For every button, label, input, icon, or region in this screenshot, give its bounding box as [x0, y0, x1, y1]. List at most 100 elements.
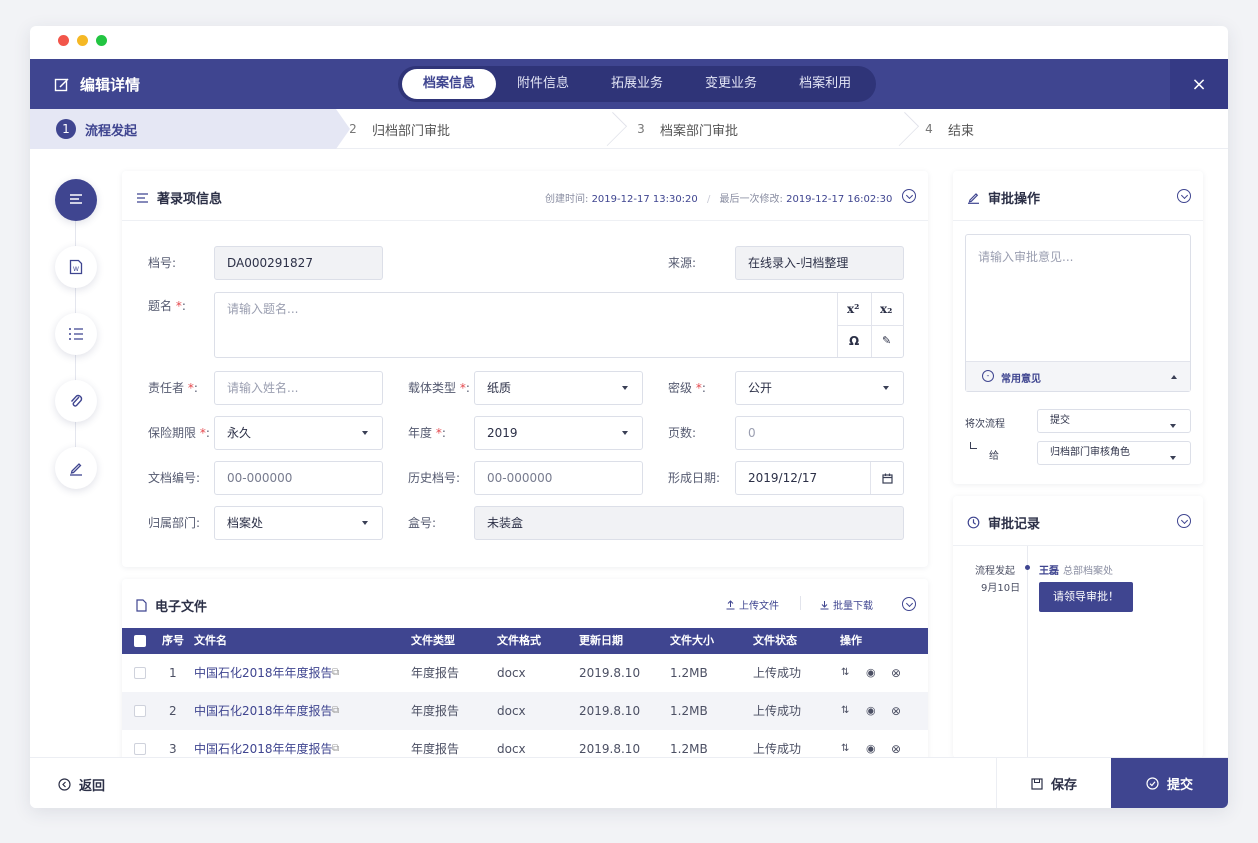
delete-icon[interactable]: ⊗ [891, 692, 901, 730]
save-button[interactable]: 保存 [996, 758, 1111, 808]
step-3: 3 档案部门审批 [637, 122, 739, 139]
comment-bubble: 请领导审批！ [1039, 582, 1133, 612]
tab-archive-usage[interactable]: 档案利用 [778, 69, 872, 99]
approval-card: 审批操作 请输入审批意见... - 常用意见 将次流程 提交 给 归档部门审核角… [953, 171, 1203, 484]
upload-button[interactable]: 上传文件 [726, 597, 779, 612]
sort-icon[interactable]: ⇅ [841, 654, 849, 692]
record-info-card: 著录项信息 创建时间: 2019-12-17 13:30:20 / 最后一次修改… [122, 171, 928, 567]
close-button[interactable]: × [1170, 59, 1228, 109]
workflow-steps: 1 流程发起 2 归档部门审批 3 档案部门审批 4 结束 [30, 109, 1228, 149]
row-checkbox[interactable] [134, 667, 146, 679]
attachment-icon [70, 394, 83, 407]
document-no-input[interactable]: 00-000000 [214, 461, 383, 495]
omega-button[interactable]: Ω [849, 325, 859, 357]
delete-icon[interactable]: ⊗ [891, 654, 901, 692]
table-row: 2 中国石化2018年年度报告 ⧉ 年度报告 docx 2019.8.10 1.… [122, 692, 928, 730]
table-row: 1 中国石化2018年年度报告 ⧉ 年度报告 docx 2019.8.10 1.… [122, 654, 928, 692]
header-bar: 编辑详情 档案信息 附件信息 拓展业务 变更业务 档案利用 × [30, 59, 1228, 109]
row-checkbox[interactable] [134, 705, 146, 717]
common-opinion-bar[interactable]: - 常用意见 [966, 361, 1190, 391]
box-no-field: 未装盒 [474, 506, 904, 540]
clear-format-button[interactable]: ✎ [882, 325, 891, 357]
sidebar-word-doc[interactable]: W [55, 246, 97, 288]
comment-icon: - [982, 370, 994, 382]
preview-icon[interactable]: ⧉ [332, 654, 339, 692]
word-doc-icon [136, 599, 147, 612]
maximize-window-dot[interactable] [96, 35, 107, 46]
archive-no-field: DA000291827 [214, 246, 383, 280]
chevron-down-icon[interactable] [902, 597, 916, 611]
year-select[interactable]: 2019 [474, 416, 643, 450]
back-arrow-icon [58, 778, 71, 791]
check-circle-icon [1146, 777, 1159, 790]
select-all-checkbox[interactable] [134, 635, 146, 647]
calendar-icon [881, 473, 893, 484]
subscript-button[interactable]: x₂ [880, 293, 892, 325]
tab-archive-info[interactable]: 档案信息 [402, 69, 497, 99]
calendar-button[interactable] [870, 462, 903, 494]
ordered-list-icon [69, 328, 83, 340]
card-title: 审批记录 [988, 517, 1041, 532]
responsible-person-input[interactable]: 请输入姓名... [214, 371, 383, 405]
pencil-icon [70, 463, 82, 476]
download-icon [820, 600, 829, 609]
chevron-down-icon[interactable] [1177, 189, 1191, 203]
view-icon[interactable]: ◉ [866, 692, 876, 730]
assignee-select[interactable]: 归档部门审核角色 [1037, 441, 1191, 465]
chevron-down-icon[interactable] [902, 189, 916, 203]
next-step-select[interactable]: 提交 [1037, 409, 1191, 433]
edit-icon [54, 77, 69, 91]
carrier-type-select[interactable]: 纸质 [474, 371, 643, 405]
formation-date-input[interactable]: 2019/12/17 [735, 461, 904, 495]
superscript-button[interactable]: x² [847, 293, 859, 325]
step-4: 4 结束 [925, 122, 975, 139]
retention-period-select[interactable]: 永久 [214, 416, 383, 450]
card-title: 电子文件 [155, 600, 208, 615]
row-checkbox[interactable] [134, 743, 146, 755]
view-icon[interactable]: ◉ [866, 654, 876, 692]
back-button[interactable]: 返回 [58, 775, 105, 794]
tab-bar: 档案信息 附件信息 拓展业务 变更业务 档案利用 [398, 66, 877, 102]
department-select[interactable]: 档案处 [214, 506, 383, 540]
record-timestamps: 创建时间: 2019-12-17 13:30:20 / 最后一次修改: 2019… [545, 194, 893, 205]
card-title: 著录项信息 [157, 192, 223, 207]
tab-change-business[interactable]: 变更业务 [684, 69, 778, 99]
tab-attachment-info[interactable]: 附件信息 [496, 69, 590, 99]
footer-bar: 返回 保存 提交 [30, 757, 1228, 808]
page-title: 编辑详情 [54, 74, 140, 95]
save-icon [1031, 777, 1043, 790]
preview-icon[interactable]: ⧉ [332, 692, 339, 730]
sort-icon[interactable]: ⇅ [841, 692, 849, 730]
timeline-dot [1025, 565, 1030, 570]
file-name-link[interactable]: 中国石化2018年年度报告 [194, 654, 333, 692]
upload-icon [726, 599, 735, 609]
table-header: 序号 文件名 文件类型 文件格式 更新日期 文件大小 文件状态 操作 [122, 628, 928, 654]
app-window: 编辑详情 档案信息 附件信息 拓展业务 变更业务 档案利用 × 1 流程发起 2… [30, 26, 1228, 808]
sidebar-sign[interactable] [55, 447, 97, 489]
minimize-window-dot[interactable] [77, 35, 88, 46]
security-level-select[interactable]: 公开 [735, 371, 904, 405]
card-title: 审批操作 [988, 192, 1041, 207]
sidebar-record-info[interactable] [55, 179, 97, 221]
chevron-down-icon[interactable] [1177, 514, 1191, 528]
close-icon: × [1191, 73, 1207, 95]
electronic-files-card: 电子文件 上传文件 批量下载 序号 文件名 文件类型 文件格式 更新日期 文件大… [122, 579, 928, 769]
chevron-up-icon [1171, 375, 1177, 379]
history-no-input[interactable]: 00-000000 [474, 461, 643, 495]
file-name-link[interactable]: 中国石化2018年年度报告 [194, 692, 333, 730]
batch-download-button[interactable]: 批量下载 [820, 597, 873, 612]
sidebar-ordered-list[interactable] [55, 313, 97, 355]
page-count-input[interactable]: 0 [735, 416, 904, 450]
approval-record-card: 审批记录 流程发起 9月10日 王磊 总部档案处 请领导审批！ [953, 496, 1203, 758]
step-1: 1 流程发起 [56, 109, 137, 149]
approval-opinion-textarea[interactable]: 请输入审批意见... - 常用意见 [965, 234, 1191, 392]
list-icon [70, 194, 82, 204]
title-textarea[interactable]: 请输入题名... x² x₂ Ω ✎ [214, 292, 904, 358]
tab-extended-business[interactable]: 拓展业务 [590, 69, 684, 99]
submit-button[interactable]: 提交 [1111, 758, 1228, 808]
sidebar-attachment[interactable] [55, 380, 97, 422]
close-window-dot[interactable] [58, 35, 69, 46]
clock-icon [967, 516, 980, 529]
corner-arrow-icon [970, 442, 977, 449]
word-doc-icon: W [69, 259, 83, 275]
